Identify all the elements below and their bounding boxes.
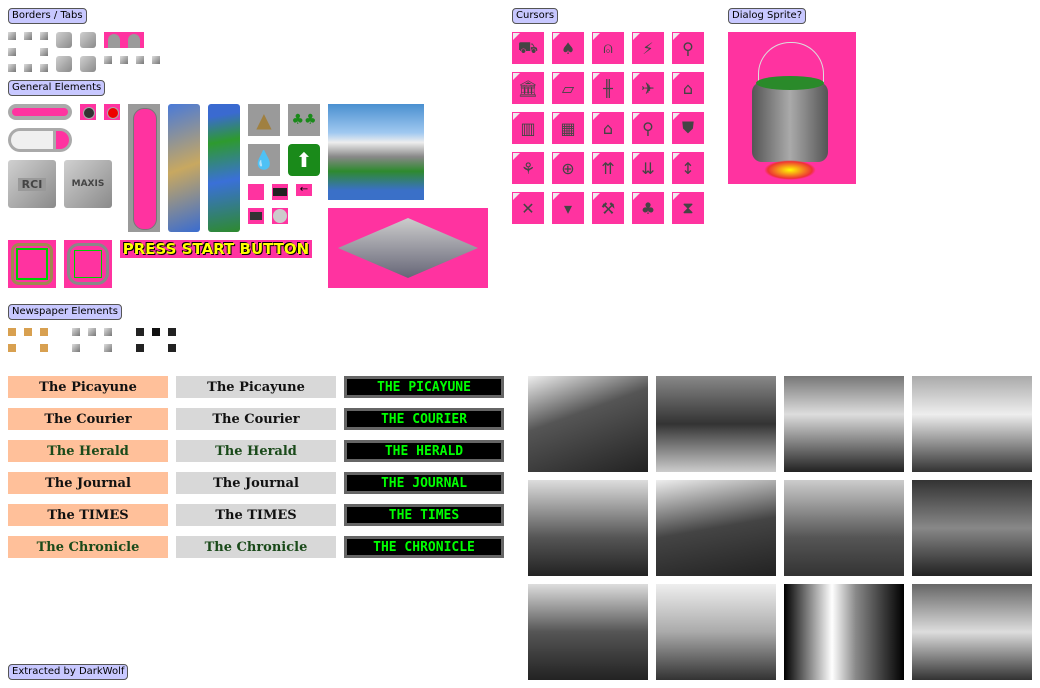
rail-cursor-icon: ╫ xyxy=(592,72,624,104)
siren-cursor-icon: ⍝ xyxy=(592,32,624,64)
river-panel xyxy=(208,104,240,232)
newspaper-banner-lgray: The TIMES xyxy=(176,504,336,526)
newspaper-banner-lgray: The Herald xyxy=(176,440,336,462)
news-photo xyxy=(912,584,1032,680)
residential-cursor-icon: ⌂ xyxy=(592,112,624,144)
news-photo xyxy=(528,376,648,472)
newspaper-banner-led: THE HERALD xyxy=(344,440,504,462)
government-cursor-icon: 🏛 xyxy=(512,72,544,104)
news-photo xyxy=(912,480,1032,576)
magnifier-cursor-icon: ⚲ xyxy=(632,112,664,144)
newspaper-banner-peach: The Courier xyxy=(8,408,168,430)
tree-cursor-icon: ♠ xyxy=(552,32,584,64)
newspaper-banner-lgray: The Chronicle xyxy=(176,536,336,558)
bulldozer-cursor-icon: ⛟ xyxy=(512,32,544,64)
dialog-sprite xyxy=(728,32,856,184)
left-arrow-icon: ← xyxy=(296,184,312,196)
news-photo xyxy=(656,584,776,680)
trees-cursor-icon: ♣ xyxy=(632,192,664,224)
newspaper-banner-lgray: The Courier xyxy=(176,408,336,430)
drive-icon xyxy=(248,208,264,224)
up-down-cursor-icon: ↕ xyxy=(672,152,704,184)
cd-icon xyxy=(272,208,288,224)
news-photo xyxy=(656,376,776,472)
mountain-scene xyxy=(328,104,424,200)
press-start-text: PRESS START BUTTON xyxy=(120,240,312,258)
section-label-dialog: Dialog Sprite? xyxy=(728,8,806,24)
hourglass-cursor-icon: ⧗ xyxy=(672,192,704,224)
credit-label: Extracted by DarkWolf xyxy=(8,664,129,680)
drop-cursor-icon: ▾ xyxy=(552,192,584,224)
maxis-logo: MAXIS xyxy=(64,160,112,208)
newspaper-banner-led: THE COURIER xyxy=(344,408,504,430)
arrows-down-cursor-icon: ⇊ xyxy=(632,152,664,184)
news-photo xyxy=(784,584,904,680)
balloons-cursor-icon: ⚘ xyxy=(512,152,544,184)
house-cursor-icon: ⌂ xyxy=(672,72,704,104)
section-label-general: General Elements xyxy=(8,80,106,96)
newspaper-banner-peach: The TIMES xyxy=(8,504,168,526)
newspaper-banner-led: THE CHRONICLE xyxy=(344,536,504,558)
news-photo xyxy=(784,376,904,472)
news-photo xyxy=(912,376,1032,472)
factory-cursor-icon: ▦ xyxy=(552,112,584,144)
trees-icon: ♣♣ xyxy=(288,104,320,136)
section-label-borders: Borders / Tabs xyxy=(8,8,87,24)
office-cursor-icon: ▥ xyxy=(512,112,544,144)
water-drop-icon: 💧 xyxy=(248,144,280,176)
news-photo xyxy=(528,584,648,680)
planet-icon xyxy=(248,184,264,200)
newspaper-banner-led: THE PICAYUNE xyxy=(344,376,504,398)
expand-cursor-icon: ✕ xyxy=(512,192,544,224)
newspaper-banner-lgray: The Picayune xyxy=(176,376,336,398)
newspaper-banner-led: THE JOURNAL xyxy=(344,472,504,494)
target-cursor-icon: ⊕ xyxy=(552,152,584,184)
airport-cursor-icon: ✈ xyxy=(632,72,664,104)
road-cursor-icon: ▱ xyxy=(552,72,584,104)
up-arrow-icon: ⬆ xyxy=(288,144,320,176)
newspaper-banner-peach: The Picayune xyxy=(8,376,168,398)
news-photo xyxy=(656,480,776,576)
lightning-cursor-icon: ⚡ xyxy=(632,32,664,64)
section-label-newspaper: Newspaper Elements xyxy=(8,304,122,320)
tool-cursor-icon: ⚒ xyxy=(592,192,624,224)
city-scene xyxy=(328,208,488,288)
news-photo xyxy=(784,480,904,576)
news-photo xyxy=(528,480,648,576)
newspaper-banner-peach: The Herald xyxy=(8,440,168,462)
section-label-cursors: Cursors xyxy=(512,8,559,24)
arrows-up-cursor-icon: ⇈ xyxy=(592,152,624,184)
mountain-icon: ▲ xyxy=(248,104,280,136)
newspaper-banner-peach: The Journal xyxy=(8,472,168,494)
newspaper-banner-lgray: The Journal xyxy=(176,472,336,494)
faucet-cursor-icon: ⚲ xyxy=(672,32,704,64)
rci-button: RCI xyxy=(8,160,56,208)
police-cursor-icon: ⛊ xyxy=(672,112,704,144)
lighthouse-panel xyxy=(168,104,200,232)
newspaper-banner-peach: The Chronicle xyxy=(8,536,168,558)
newspaper-banner-led: THE TIMES xyxy=(344,504,504,526)
chip-icon xyxy=(272,184,288,200)
